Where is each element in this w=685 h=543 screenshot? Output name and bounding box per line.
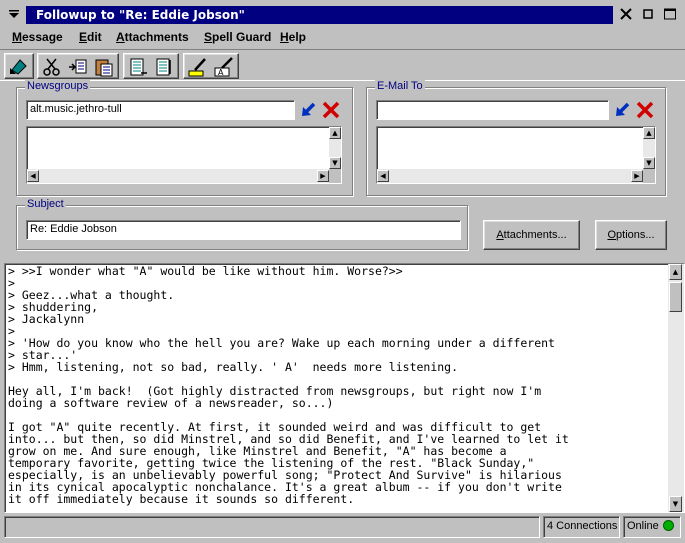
scroll-down-icon[interactable]: ▼ bbox=[643, 157, 655, 169]
email-to-list[interactable]: ▲ ▼ ◀ ▶ bbox=[376, 126, 656, 184]
newsgroups-list-hscroll[interactable]: ◀ ▶ bbox=[27, 169, 329, 183]
unquote-icon[interactable] bbox=[153, 56, 175, 78]
toolbar-group-clipboard bbox=[37, 53, 119, 79]
scroll-up-icon[interactable]: ▲ bbox=[329, 127, 341, 139]
newsgroups-group: Newsgroups alt.music.jethro-tull ▲ ▼ ◀ ▶ bbox=[16, 80, 353, 196]
toolbar-group-format: A bbox=[183, 53, 239, 79]
message-body-text[interactable]: > >>I wonder what "A" would be like with… bbox=[8, 265, 668, 511]
close-icon[interactable] bbox=[618, 6, 634, 22]
newsgroups-list[interactable]: ▲ ▼ ◀ ▶ bbox=[26, 126, 342, 184]
copy-icon[interactable] bbox=[67, 56, 89, 78]
scroll-corner bbox=[329, 169, 341, 183]
status-bar: 4 Connections Online bbox=[0, 514, 685, 543]
system-menu-icon[interactable] bbox=[6, 6, 22, 22]
toolbar-group-quote bbox=[123, 53, 179, 79]
newsgroups-list-vscroll[interactable]: ▲ ▼ bbox=[329, 127, 341, 169]
options-button[interactable]: Options... bbox=[595, 220, 667, 250]
toolbar: A bbox=[0, 49, 685, 81]
scroll-up-icon[interactable]: ▲ bbox=[643, 127, 655, 139]
message-body-area[interactable]: > >>I wonder what "A" would be like with… bbox=[4, 263, 685, 513]
scroll-right-icon[interactable]: ▶ bbox=[317, 170, 329, 182]
maximize-icon[interactable] bbox=[662, 6, 678, 22]
paste-icon[interactable] bbox=[93, 56, 115, 78]
add-email-arrow-icon[interactable] bbox=[613, 100, 633, 120]
scroll-left-icon[interactable]: ◀ bbox=[27, 170, 39, 182]
title-band: Followup to "Re: Eddie Jobson" bbox=[26, 6, 613, 24]
menu-spell-guard[interactable]: Spell Guard bbox=[204, 30, 271, 44]
email-list-hscroll[interactable]: ◀ ▶ bbox=[377, 169, 643, 183]
scroll-corner bbox=[643, 169, 655, 183]
online-label: Online bbox=[627, 520, 659, 532]
email-to-label: E-Mail To bbox=[375, 80, 425, 92]
cut-icon[interactable] bbox=[41, 56, 63, 78]
send-icon[interactable] bbox=[8, 56, 30, 78]
menu-bar: Message Edit Attachments Spell Guard Hel… bbox=[0, 28, 685, 48]
online-status: Online bbox=[623, 516, 681, 538]
body-vscroll[interactable]: ▲ ▼ bbox=[668, 264, 684, 512]
attachments-button[interactable]: Attachments... bbox=[483, 220, 580, 250]
highlight-icon[interactable] bbox=[187, 56, 209, 78]
scroll-down-icon[interactable]: ▼ bbox=[329, 157, 341, 169]
scroll-left-icon[interactable]: ◀ bbox=[377, 170, 389, 182]
scroll-up-icon[interactable]: ▲ bbox=[669, 264, 682, 280]
restore-icon[interactable] bbox=[640, 6, 656, 22]
title-bar: Followup to "Re: Eddie Jobson" bbox=[0, 0, 685, 28]
menu-help[interactable]: Help bbox=[280, 30, 306, 44]
quote-icon[interactable] bbox=[127, 56, 149, 78]
connections-count: 4 Connections bbox=[543, 516, 620, 538]
menu-message[interactable]: Message bbox=[12, 30, 63, 44]
svg-text:A: A bbox=[218, 68, 224, 77]
status-message bbox=[4, 516, 540, 538]
newsgroups-label: Newsgroups bbox=[25, 80, 91, 92]
menu-edit[interactable]: Edit bbox=[79, 30, 102, 44]
delete-email-icon[interactable] bbox=[635, 100, 655, 120]
window-title: Followup to "Re: Eddie Jobson" bbox=[36, 8, 245, 22]
subject-input[interactable]: Re: Eddie Jobson bbox=[26, 220, 461, 240]
subject-group: Subject Re: Eddie Jobson bbox=[16, 198, 468, 250]
scroll-down-icon[interactable]: ▼ bbox=[669, 496, 682, 512]
scroll-right-icon[interactable]: ▶ bbox=[631, 170, 643, 182]
email-to-input[interactable] bbox=[376, 100, 609, 120]
online-indicator-icon bbox=[662, 520, 674, 531]
email-list-vscroll[interactable]: ▲ ▼ bbox=[643, 127, 655, 169]
body-scroll-thumb[interactable] bbox=[669, 282, 682, 312]
newsgroups-input[interactable]: alt.music.jethro-tull bbox=[26, 100, 295, 120]
menu-attachments[interactable]: Attachments bbox=[116, 30, 189, 44]
delete-newsgroup-icon[interactable] bbox=[321, 100, 341, 120]
subject-label: Subject bbox=[25, 198, 66, 210]
email-to-group: E-Mail To ▲ ▼ ◀ ▶ bbox=[366, 80, 666, 196]
toolbar-group-send bbox=[4, 53, 34, 79]
font-icon[interactable]: A bbox=[213, 56, 235, 78]
add-newsgroup-arrow-icon[interactable] bbox=[299, 100, 319, 120]
